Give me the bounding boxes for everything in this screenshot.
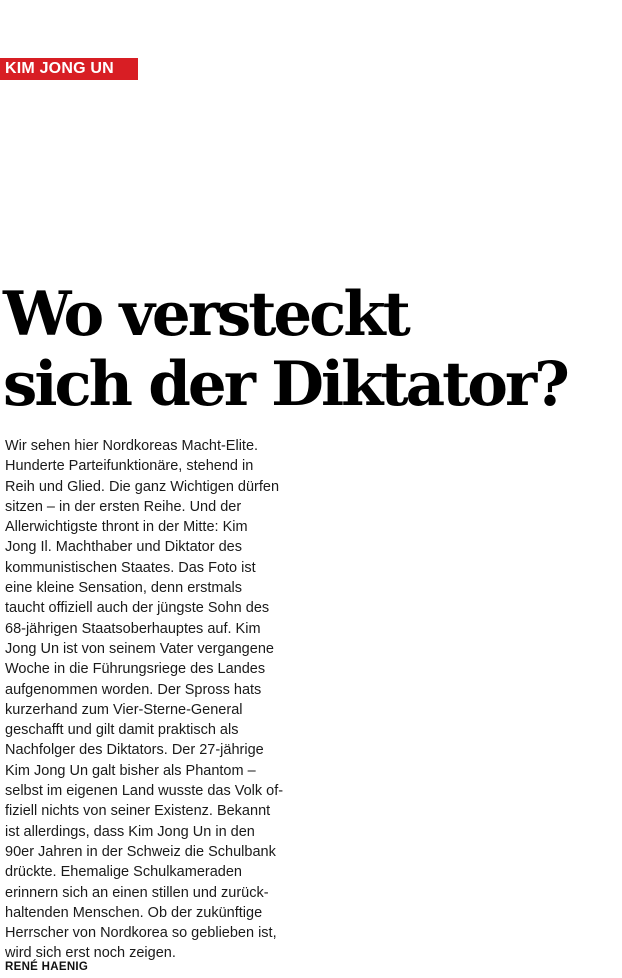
body-line: haltenden Menschen. Ob der zukünftige — [5, 904, 263, 921]
headline: Wo versteckt sich der Diktator? — [3, 280, 618, 420]
body-line: ist allerdings, dass Kim Jong Un in den — [5, 823, 255, 840]
body-line: kurzerhand zum Vier-Sterne-General — [5, 701, 243, 718]
body-line: aufgenommen worden. Der Spross hats — [5, 681, 262, 698]
body-line: erinnern sich an einen stillen und zurüc… — [5, 884, 269, 901]
body-line: drückte. Ehemalige Schulkameraden — [5, 864, 242, 881]
body-line: 68-jährigen Staatsoberhauptes auf. Kim — [5, 620, 261, 637]
headline-line-1: Wo versteckt — [3, 279, 411, 350]
body-line: Wir sehen hier Nordkoreas Macht-Elite. — [5, 438, 259, 454]
body-line: Jong Un ist von seinem Vater vergangene — [5, 640, 274, 657]
body-line: Nachfolger des Diktators. Der 27-jährige — [5, 742, 264, 759]
body-line: 90er Jahren in der Schweiz die Schulbank — [5, 843, 276, 860]
body-line: selbst im eigenen Land wusste das Volk o… — [5, 783, 284, 800]
body-line: kommunistischen Staates. Das Foto ist — [5, 559, 256, 576]
author-byline: RENÉ HAENIG — [5, 961, 89, 973]
body-line: Herrscher von Nordkorea so geblieben ist… — [5, 925, 277, 942]
body-line: Kim Jong Un galt bisher als Phantom – — [5, 762, 256, 779]
body-line: Jong Il. Machthaber und Diktator des — [5, 539, 242, 556]
body-line: sitzen – in der ersten Reihe. Und der — [5, 498, 242, 515]
body-line: geschafft und gilt damit praktisch als — [5, 722, 239, 739]
article-body: Wir sehen hier Nordkoreas Macht-Elite. H… — [5, 436, 305, 964]
body-line: Reih und Glied. Die ganz Wichtigen dürfe… — [5, 478, 280, 495]
body-line: taucht offiziell auch der jüngste Sohn d… — [5, 600, 270, 617]
body-line: Allerwichtigste thront in der Mitte: Kim — [5, 519, 248, 536]
headline-line-2: sich der Diktator? — [3, 349, 570, 420]
body-line: Woche in die Führungsriege des Landes — [5, 661, 266, 678]
body-line: Hunderte Parteifunktionäre, stehend in — [5, 458, 254, 475]
body-line: fiziell nichts von seiner Existenz. Beka… — [5, 803, 271, 820]
body-line: eine kleine Sensation, denn erstmals — [5, 580, 242, 597]
kicker-label: KIM JONG UN — [0, 58, 138, 80]
